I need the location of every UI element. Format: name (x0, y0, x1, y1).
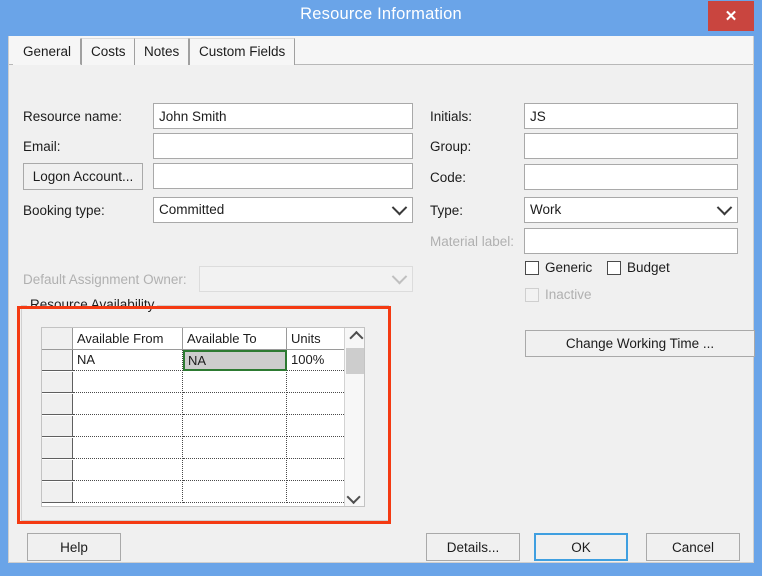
material-label-label: Material label: (430, 234, 514, 249)
cell-available-from[interactable] (73, 482, 183, 503)
group-label: Group: (430, 139, 471, 154)
cell-available-from[interactable] (73, 460, 183, 481)
table-row[interactable] (42, 460, 365, 482)
booking-type-select[interactable]: Committed (153, 197, 413, 223)
cell-available-from[interactable] (73, 416, 183, 437)
resource-name-input[interactable] (153, 103, 413, 129)
table-row[interactable] (42, 394, 365, 416)
table-row[interactable] (42, 438, 365, 460)
inactive-checkbox: Inactive (525, 287, 592, 302)
logon-account-input[interactable] (153, 163, 413, 189)
table-row[interactable]: NA NA 100% (42, 350, 365, 372)
cell-available-from[interactable]: NA (73, 350, 183, 371)
help-button[interactable]: Help (27, 533, 121, 561)
tab-custom-fields[interactable]: Custom Fields (189, 38, 295, 65)
grid-header-corner[interactable] (42, 328, 73, 349)
code-input[interactable] (524, 164, 738, 190)
row-selector[interactable] (42, 460, 73, 481)
email-label: Email: (23, 139, 61, 154)
cell-units[interactable] (287, 438, 346, 459)
cell-available-to[interactable] (183, 482, 287, 503)
cell-units[interactable] (287, 482, 346, 503)
cell-available-to[interactable] (183, 416, 287, 437)
cell-available-to[interactable] (183, 438, 287, 459)
material-label-input (524, 228, 738, 254)
grid-vertical-scrollbar[interactable] (344, 328, 364, 506)
cell-available-from[interactable] (73, 438, 183, 459)
checkbox-box (525, 261, 539, 275)
chevron-down-icon (390, 198, 408, 222)
type-select[interactable]: Work (524, 197, 738, 223)
table-row[interactable] (42, 482, 365, 504)
cell-available-to[interactable] (183, 372, 287, 393)
initials-input[interactable] (524, 103, 738, 129)
booking-type-label: Booking type: (23, 203, 105, 218)
row-selector[interactable] (42, 394, 73, 415)
checkbox-box (607, 261, 621, 275)
generic-checkbox-label: Generic (545, 260, 592, 275)
tab-strip: General Costs Notes Custom Fields (9, 36, 753, 65)
group-input[interactable] (524, 133, 738, 159)
resource-availability-legend: Resource Availability (27, 297, 157, 312)
default-assignment-owner-label: Default Assignment Owner: (23, 272, 187, 287)
row-selector[interactable] (42, 372, 73, 393)
resource-availability-grid[interactable]: Available From Available To Units NA NA … (41, 327, 365, 507)
grid-header-units[interactable]: Units (287, 328, 346, 349)
initials-label: Initials: (430, 109, 472, 124)
email-input[interactable] (153, 133, 413, 159)
details-button[interactable]: Details... (426, 533, 520, 561)
close-icon[interactable]: ✕ (708, 1, 754, 31)
code-label: Code: (430, 170, 466, 185)
budget-checkbox[interactable]: Budget (607, 260, 670, 275)
cell-available-to[interactable] (183, 460, 287, 481)
generic-checkbox[interactable]: Generic (525, 260, 592, 275)
checkbox-box (525, 288, 539, 302)
tab-costs[interactable]: Costs (81, 38, 136, 65)
cancel-button[interactable]: Cancel (646, 533, 740, 561)
grid-header-available-from[interactable]: Available From (73, 328, 183, 349)
change-working-time-button[interactable]: Change Working Time ... (525, 330, 755, 357)
table-row[interactable] (42, 372, 365, 394)
row-selector[interactable] (42, 416, 73, 437)
resource-information-dialog: Resource Information ✕ General Costs Not… (0, 0, 762, 576)
inactive-checkbox-label: Inactive (545, 287, 592, 302)
cell-available-from[interactable] (73, 394, 183, 415)
table-row[interactable] (42, 416, 365, 438)
dialog-title: Resource Information (0, 5, 762, 24)
cell-units[interactable]: 100% (287, 350, 346, 371)
grid-header-available-to[interactable]: Available To (183, 328, 287, 349)
ok-button[interactable]: OK (534, 533, 628, 561)
type-value: Work (530, 198, 561, 222)
cell-available-from[interactable] (73, 372, 183, 393)
cell-units[interactable] (287, 372, 346, 393)
tab-general[interactable]: General (13, 38, 81, 65)
dialog-client-area: General Costs Notes Custom Fields Resour… (8, 36, 754, 563)
type-label: Type: (430, 203, 463, 218)
dialog-button-bar: Help Details... OK Cancel (9, 520, 753, 561)
cell-units[interactable] (287, 416, 346, 437)
row-selector[interactable] (42, 482, 73, 503)
chevron-down-icon (715, 198, 733, 222)
default-assignment-owner-select (199, 266, 413, 292)
scroll-down-icon[interactable] (345, 487, 364, 506)
title-bar: Resource Information ✕ (0, 0, 762, 36)
general-tab-panel: Resource name: Email: Logon Account... B… (9, 65, 753, 561)
cell-available-to[interactable]: NA (183, 350, 287, 371)
tab-notes[interactable]: Notes (134, 38, 189, 65)
cell-units[interactable] (287, 394, 346, 415)
scroll-up-icon[interactable] (345, 328, 364, 347)
chevron-down-icon (390, 267, 408, 291)
budget-checkbox-label: Budget (627, 260, 670, 275)
resource-name-label: Resource name: (23, 109, 122, 124)
cell-available-to[interactable] (183, 394, 287, 415)
booking-type-value: Committed (159, 198, 224, 222)
logon-account-button[interactable]: Logon Account... (23, 163, 143, 190)
scrollbar-thumb[interactable] (346, 348, 364, 374)
row-selector[interactable] (42, 438, 73, 459)
grid-header-row: Available From Available To Units (42, 328, 365, 350)
row-selector[interactable] (42, 350, 73, 371)
cell-units[interactable] (287, 460, 346, 481)
